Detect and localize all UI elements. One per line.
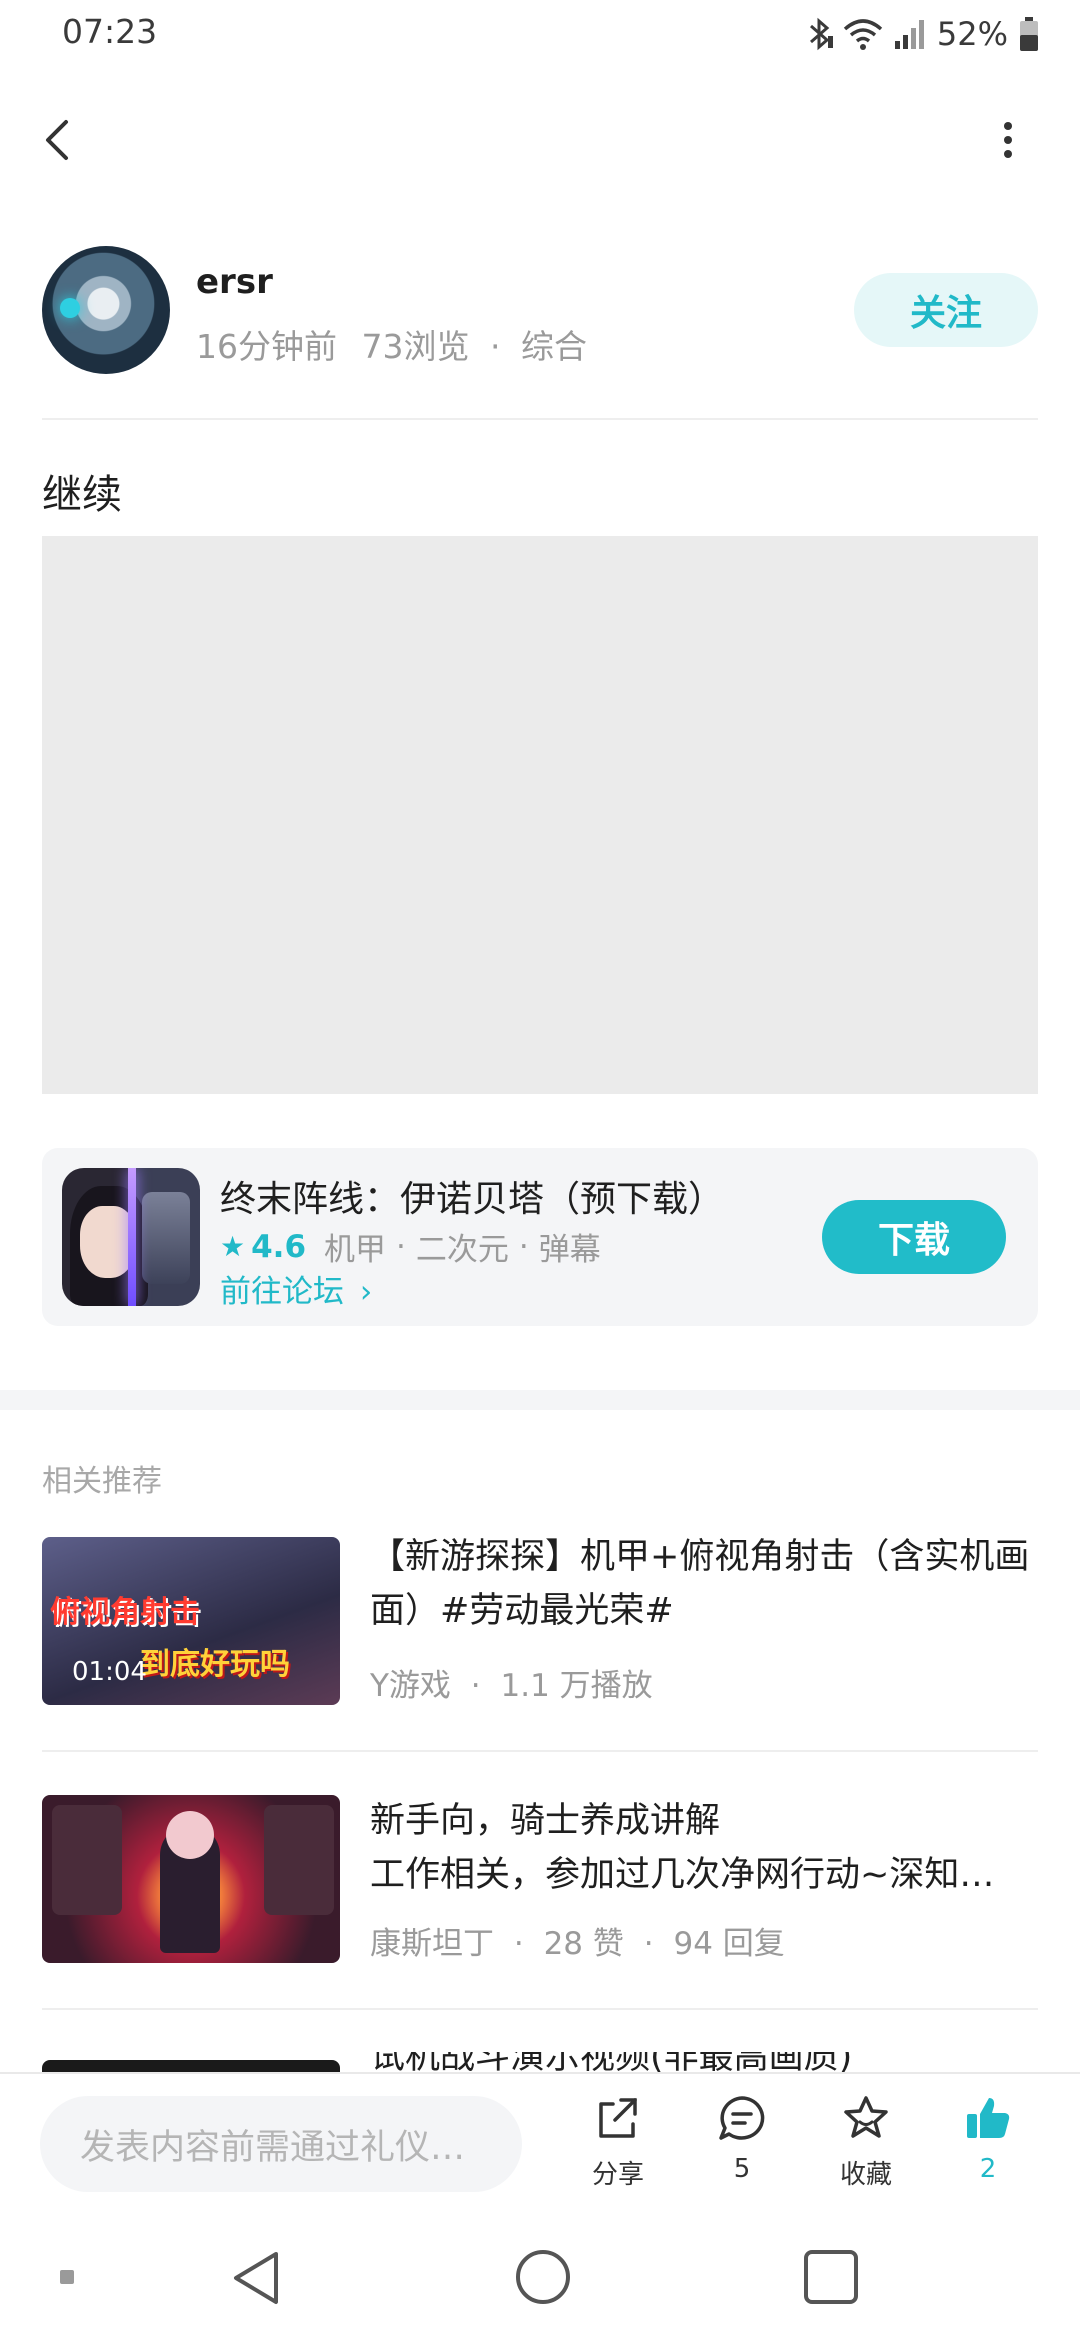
share-icon xyxy=(599,2098,637,2138)
thumbnail-caption: 俯视角射击 xyxy=(50,1595,200,1630)
avatar[interactable] xyxy=(42,246,170,374)
related-author: 康斯坦丁 xyxy=(370,1926,494,1962)
related-title[interactable]: 新手向，骑士养成讲解 xyxy=(370,1794,1030,1848)
back-button[interactable] xyxy=(34,110,84,170)
status-time: 07:23 xyxy=(62,12,158,51)
post-thumbnail[interactable] xyxy=(42,1795,340,1963)
action-bar: 发表内容前需通过礼仪… 分享 5 收藏 2 xyxy=(0,2072,1080,2214)
video-duration: 01:04 xyxy=(72,1657,147,1687)
chevron-right-icon: › xyxy=(359,1274,373,1310)
author-name[interactable]: ersr xyxy=(196,262,273,302)
game-icon[interactable] xyxy=(62,1168,200,1306)
like-count: 28 赞 xyxy=(543,1926,624,1962)
more-icon xyxy=(1004,122,1012,158)
follow-button[interactable]: 关注 xyxy=(854,273,1038,347)
thumbnail-caption: 到底好玩吗 xyxy=(140,1647,290,1682)
forum-link[interactable]: 前往论坛 › xyxy=(220,1266,372,1311)
battery-icon xyxy=(1020,17,1038,51)
game-rating: 4.6 xyxy=(251,1228,307,1265)
nav-back-icon[interactable] xyxy=(228,2248,284,2308)
status-icons: 52% xyxy=(807,12,1040,56)
system-nav-bar xyxy=(0,2214,1080,2340)
divider xyxy=(42,1750,1038,1752)
author-meta: 16分钟前 73浏览 · 综合 xyxy=(196,320,587,368)
post-image[interactable] xyxy=(42,536,1038,1094)
related-subtitle: 工作相关，参加过几次净网行动~深知… xyxy=(370,1855,995,1895)
related-meta: 康斯坦丁 · 28 赞 · 94 回复 xyxy=(370,1926,785,1962)
favorite-icon xyxy=(844,2096,888,2138)
section-gap xyxy=(0,1390,1080,1410)
more-button[interactable] xyxy=(994,112,1022,168)
game-meta: ★ 4.6 机甲 · 二次元 · 弹幕 xyxy=(220,1224,601,1269)
share-button[interactable]: 分享 xyxy=(568,2092,668,2202)
signal-icon xyxy=(894,20,924,49)
related-title[interactable]: 【新游探探】机甲+俯视角射击（含实机画面）#劳动最光荣# xyxy=(370,1530,1030,1638)
nav-dot-icon xyxy=(60,2270,74,2284)
like-count: 2 xyxy=(979,2154,997,2184)
post-category: 综合 xyxy=(521,327,587,366)
game-tag: 二次元 xyxy=(415,1232,509,1268)
bluetooth-icon xyxy=(809,17,833,51)
favorite-button[interactable]: 收藏 xyxy=(816,2092,916,2202)
favorite-label: 收藏 xyxy=(839,2160,892,2190)
comment-icon xyxy=(719,2096,765,2140)
comment-count: 5 xyxy=(733,2154,751,2184)
post-title: 继续 xyxy=(42,472,122,518)
meta-separator: · xyxy=(490,327,501,366)
section-title: 相关推荐 xyxy=(42,1464,162,1499)
related-meta: Y游戏 · 1.1 万播放 xyxy=(370,1668,653,1704)
like-button[interactable]: 2 xyxy=(938,2092,1038,2202)
star-icon: ★ xyxy=(220,1230,246,1263)
view-count: 73浏览 xyxy=(361,327,470,366)
battery-percent: 52% xyxy=(936,15,1008,53)
post-time: 16分钟前 xyxy=(196,327,337,366)
game-name[interactable]: 终末阵线：伊诺贝塔（预下载） xyxy=(220,1170,724,1222)
video-thumbnail[interactable]: 俯视角射击 到底好玩吗 01:04 xyxy=(42,1537,340,1705)
game-tag: 弹幕 xyxy=(538,1232,601,1268)
game-card[interactable]: 终末阵线：伊诺贝塔（预下载） ★ 4.6 机甲 · 二次元 · 弹幕 前往论坛 … xyxy=(42,1148,1038,1326)
forum-link-label: 前往论坛 xyxy=(220,1274,344,1310)
game-tag: 机甲 xyxy=(324,1232,387,1268)
divider xyxy=(42,2008,1038,2010)
comment-button[interactable]: 5 xyxy=(692,2092,792,2202)
comment-input[interactable]: 发表内容前需通过礼仪… xyxy=(40,2096,522,2192)
status-bar: 07:23 52% xyxy=(0,0,1080,70)
nav-recents-icon[interactable] xyxy=(802,2248,860,2306)
related-author: Y游戏 xyxy=(370,1668,451,1704)
divider xyxy=(42,418,1038,420)
back-icon xyxy=(46,120,68,160)
download-button[interactable]: 下载 xyxy=(822,1200,1006,1274)
like-icon xyxy=(967,2098,1010,2138)
play-count: 1.1 万播放 xyxy=(500,1668,653,1704)
nav-home-icon[interactable] xyxy=(514,2248,572,2306)
share-label: 分享 xyxy=(591,2160,644,2190)
reply-count: 94 回复 xyxy=(673,1926,785,1962)
wifi-icon xyxy=(843,19,883,50)
